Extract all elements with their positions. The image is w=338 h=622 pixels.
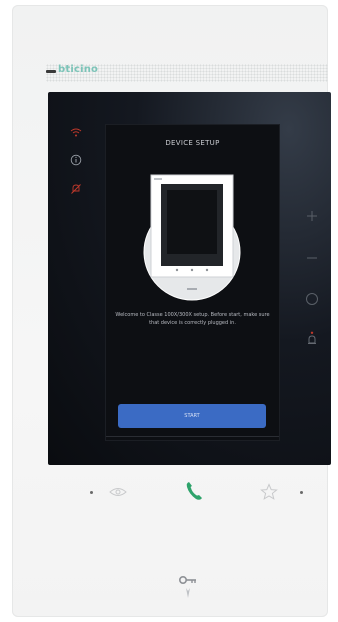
info-icon[interactable] xyxy=(67,151,85,169)
indicator-dot-left xyxy=(90,491,93,494)
no-disturb-icon[interactable] xyxy=(67,180,85,198)
start-button[interactable]: START xyxy=(118,404,266,428)
indicator-dot-right xyxy=(300,491,303,494)
device-illustration-icon xyxy=(143,174,241,301)
dialog-message: Welcome to Classe 100X/300X setup. Befor… xyxy=(115,312,270,326)
eye-icon[interactable] xyxy=(108,482,128,502)
star-icon[interactable] xyxy=(258,481,280,503)
bell-icon[interactable] xyxy=(303,330,321,348)
circle-icon[interactable] xyxy=(303,290,321,308)
minus-icon[interactable] xyxy=(303,249,321,267)
key-icon[interactable] xyxy=(176,572,200,602)
brand-logo: bticino xyxy=(58,64,99,75)
plus-icon[interactable] xyxy=(303,207,321,225)
dialog-divider xyxy=(106,436,279,437)
wifi-icon[interactable] xyxy=(67,124,85,142)
phone-icon[interactable] xyxy=(182,478,206,504)
dialog-title: DEVICE SETUP xyxy=(165,139,220,147)
brand-dash xyxy=(46,70,56,73)
